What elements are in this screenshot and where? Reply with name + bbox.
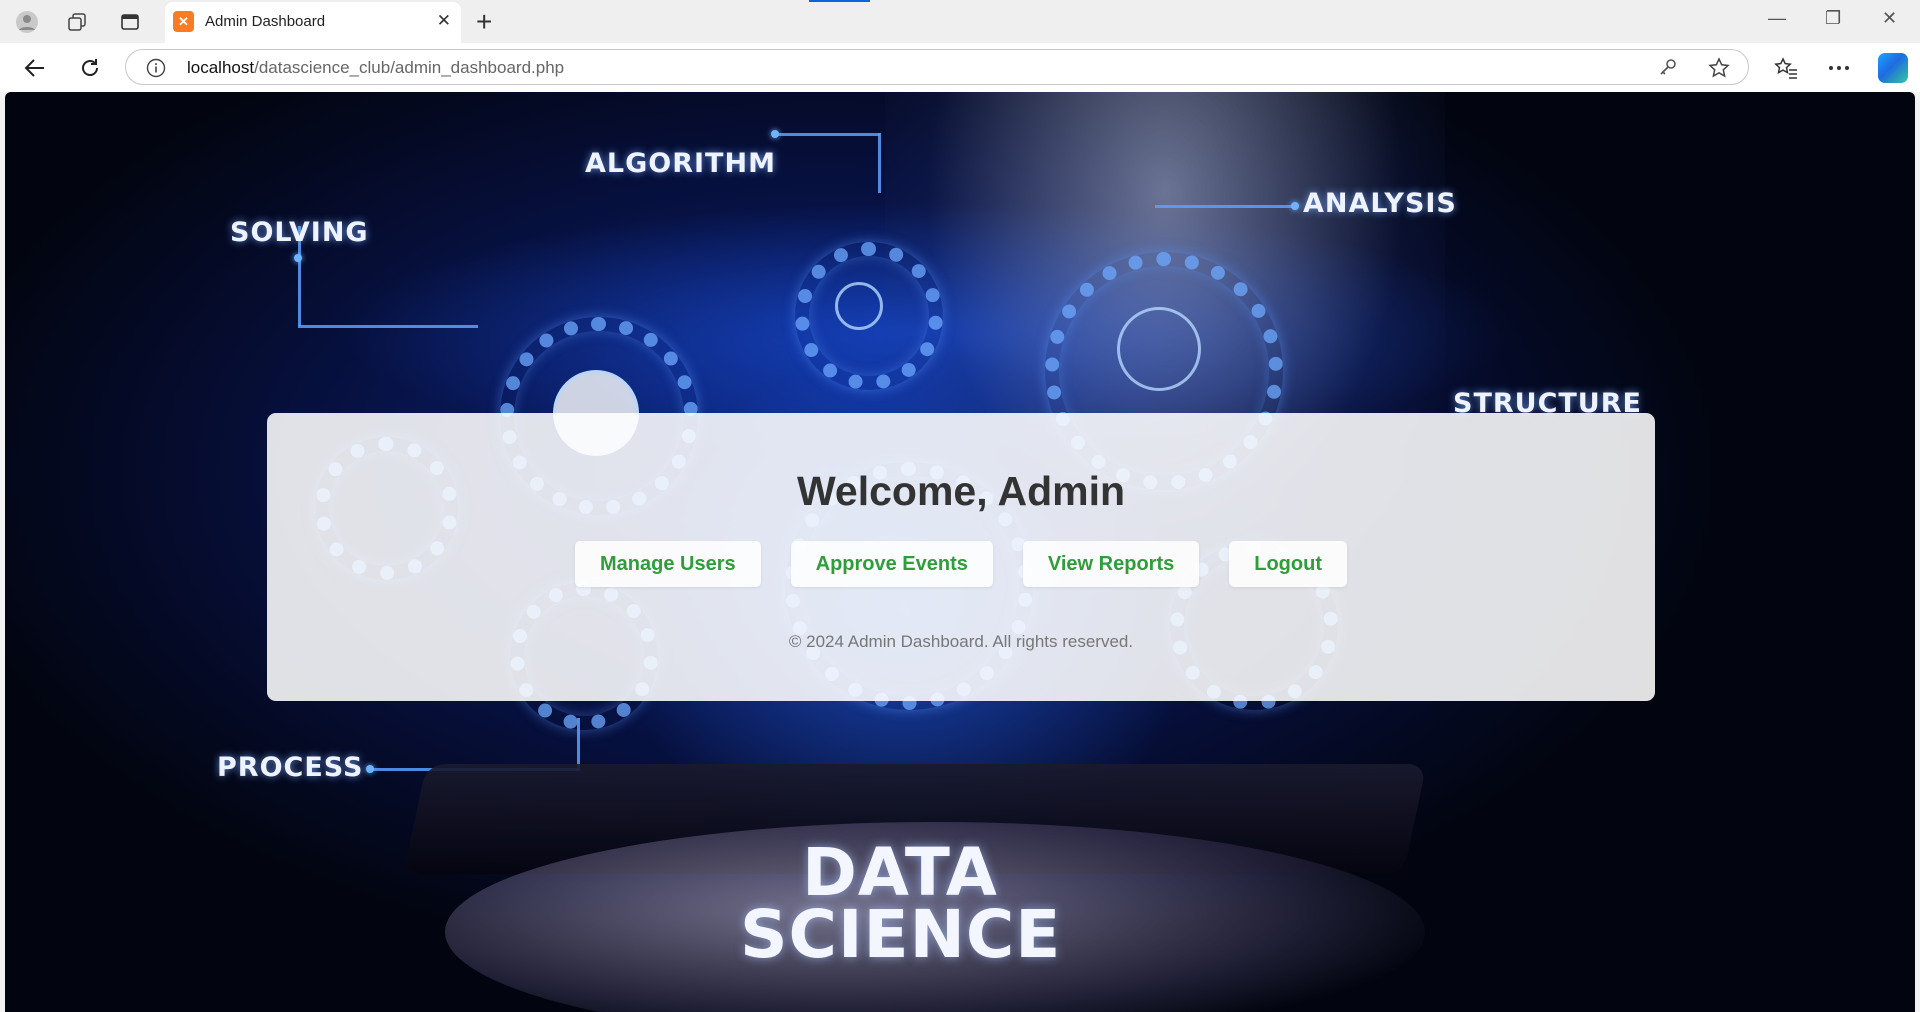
analysis-label: ANALYSIS [1303,188,1457,219]
site-info-icon[interactable] [146,58,166,83]
approve-events-button[interactable]: Approve Events [790,541,993,587]
vertical-tabs-icon[interactable] [116,8,144,36]
process-label: PROCESS [217,752,364,783]
workspaces-icon[interactable] [63,8,91,36]
minimize-icon[interactable]: — [1768,8,1786,29]
xampp-icon: ✕ [173,11,194,32]
tab-title: Admin Dashboard [205,13,326,30]
url-text: localhost/datascience_club/admin_dashboa… [187,58,564,78]
browser-tab-bar: ✕ Admin Dashboard ✕ + — ❐ ✕ [0,0,1920,43]
back-icon[interactable] [20,53,50,83]
restore-icon[interactable]: ❐ [1825,8,1841,29]
connector-dot [1291,202,1299,210]
algorithm-label: ALGORITHM [585,148,776,179]
admin-actions: Manage Users Approve Events View Reports… [267,541,1655,587]
connector-dot [366,765,374,773]
url-path: /datascience_club/admin_dashboard.php [254,58,565,77]
connector-line [1155,205,1295,208]
connector-line [298,325,478,328]
data-science-line1: DATA [802,834,998,911]
welcome-heading: Welcome, Admin [796,468,1126,514]
view-reports-button[interactable]: View Reports [1022,541,1200,587]
more-menu-icon[interactable] [1824,53,1854,83]
address-bar[interactable]: localhost/datascience_club/admin_dashboa… [125,49,1749,85]
copilot-icon[interactable] [1878,53,1908,83]
data-science-line2: SCIENCE [740,896,1062,973]
connector-dot [771,130,779,138]
logout-button[interactable]: Logout [1229,541,1347,587]
window-close-icon[interactable]: ✕ [1882,8,1897,29]
solving-label: SOLVING [230,217,369,248]
admin-card: Welcome, Admin Manage Users Approve Even… [267,413,1655,701]
key-icon[interactable] [1658,57,1678,82]
data-science-title: DATA SCIENCE [740,834,1062,973]
connector-line [577,718,580,770]
tab-admin-dashboard[interactable]: ✕ Admin Dashboard ✕ [165,2,461,43]
page-viewport: ALGORITHM ANALYSIS SOLVING STRUCTURE PRO… [5,92,1915,1012]
connector-dot [294,254,302,262]
new-tab-icon[interactable]: + [476,6,492,38]
url-host: localhost [187,58,255,77]
connector-line [878,133,881,193]
refresh-icon[interactable] [75,53,105,83]
profile-icon[interactable] [13,8,41,36]
copyright-footer: © 2024 Admin Dashboard. All rights reser… [788,632,1134,651]
magnifier-icon [1117,307,1201,391]
active-indicator [809,0,870,2]
manage-users-button[interactable]: Manage Users [575,541,761,587]
browser-nav-bar: localhost/datascience_club/admin_dashboa… [0,43,1920,92]
close-tab-icon[interactable]: ✕ [437,11,451,31]
favorite-star-icon[interactable] [1708,57,1730,84]
connector-line [775,133,880,136]
code-icon [835,282,883,330]
favorites-icon[interactable] [1771,53,1801,83]
